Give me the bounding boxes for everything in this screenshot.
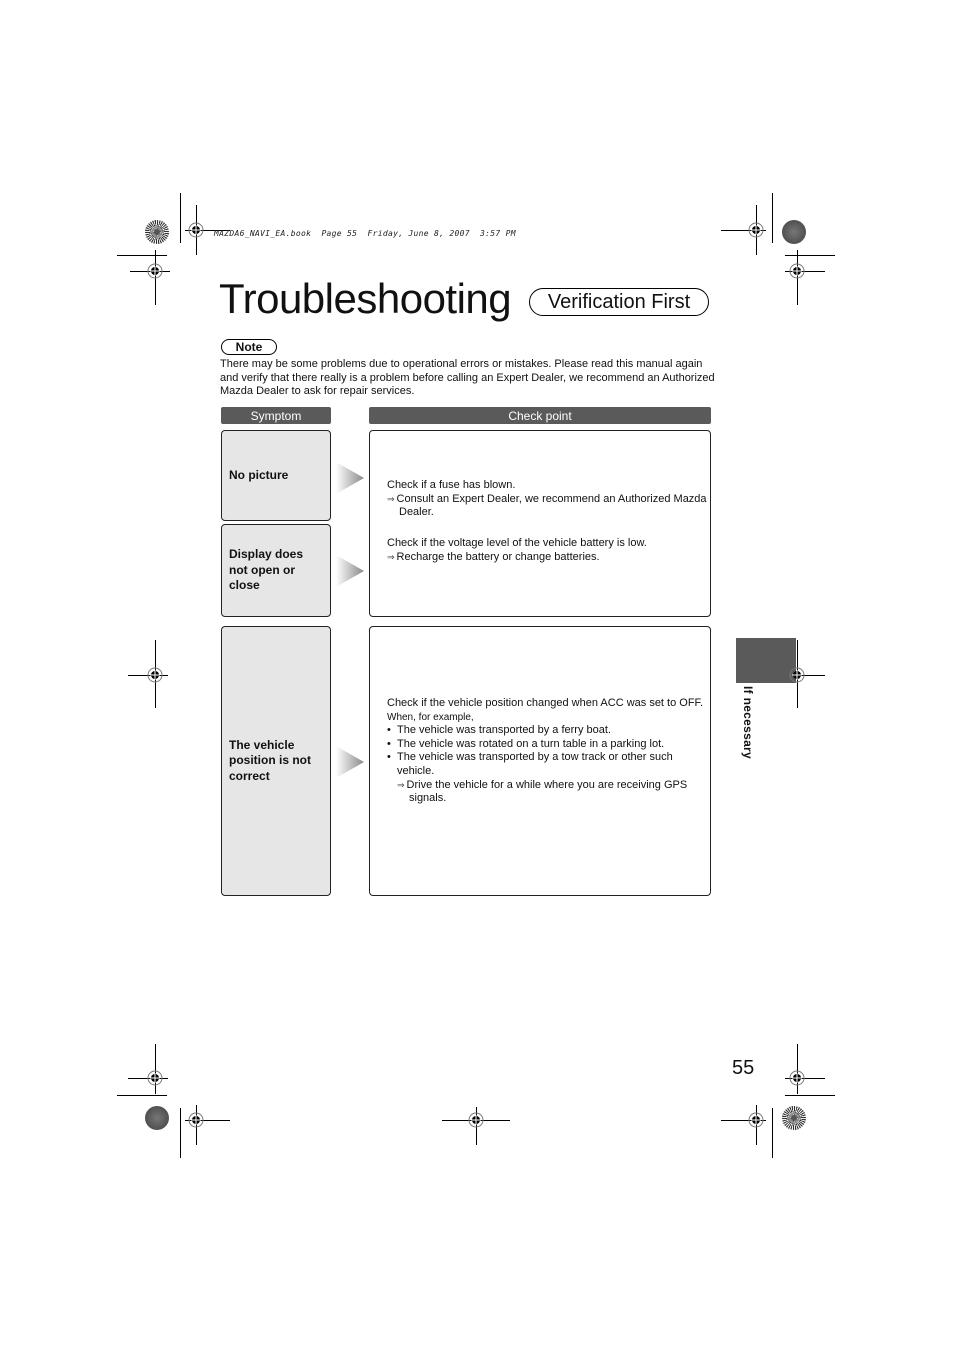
trim-line	[772, 193, 773, 243]
registration-mark-icon	[789, 667, 805, 683]
action-arrow-icon: ⇒	[387, 493, 395, 504]
trim-line	[180, 193, 181, 243]
action-arrow-icon: ⇒	[387, 551, 395, 562]
example-bullet: • The vehicle was transported by a tow t…	[387, 751, 673, 777]
symptom-text: The vehicle position is not correct	[229, 737, 311, 783]
symptom-cell: Display does not open or close	[221, 524, 331, 617]
registration-mark-icon	[748, 1112, 764, 1128]
action-arrow-icon: ⇒	[397, 779, 405, 790]
registration-mark-icon	[147, 667, 163, 683]
registration-mark-icon	[468, 1112, 484, 1128]
registration-mark-icon	[188, 1112, 204, 1128]
symptom-text: Display does not open or close	[229, 547, 304, 593]
check-item: Check if a fuse has blown. ⇒ Consult an E…	[387, 479, 707, 520]
section-tab-label: If necessary	[741, 686, 755, 759]
note-text: There may be some problems due to operat…	[220, 358, 715, 398]
color-disc-icon	[782, 220, 806, 244]
bullet-icon: •	[387, 737, 391, 750]
symptom-cell: The vehicle position is not correct	[221, 626, 331, 896]
check-point-cell: Check if the vehicle position changed wh…	[369, 626, 711, 896]
print-header: MAZDA6_NAVI_EA.book Page 55 Friday, June…	[214, 229, 516, 238]
symptom-cell: No picture	[221, 430, 331, 521]
symptom-header: Symptom	[221, 407, 331, 424]
check-point-cell: Check if a fuse has blown. ⇒ Consult an E…	[369, 430, 711, 617]
check-text: Check if the vehicle position changed wh…	[387, 697, 704, 709]
check-action: ⇒ Recharge the battery or change batterie…	[387, 550, 600, 563]
color-disc-icon	[782, 1106, 806, 1130]
example-bullet: • The vehicle was transported by a ferry…	[387, 724, 611, 737]
trim-line	[117, 255, 167, 256]
arrow-right-icon	[336, 555, 364, 587]
trim-line	[785, 1095, 835, 1096]
example-bullet: • The vehicle was rotated on a turn tabl…	[387, 737, 665, 750]
bullet-icon: •	[387, 751, 391, 764]
arrow-right-icon	[336, 462, 364, 494]
arrow-right-icon	[336, 746, 364, 778]
registration-mark-icon	[188, 222, 204, 238]
check-item: Check if the voltage level of the vehicl…	[387, 537, 707, 564]
registration-mark-icon	[789, 263, 805, 279]
trim-line	[772, 1108, 773, 1158]
color-disc-icon	[145, 220, 169, 244]
trim-line	[785, 255, 835, 256]
registration-mark-icon	[748, 222, 764, 238]
registration-mark-icon	[147, 263, 163, 279]
page-number: 55	[732, 1057, 755, 1079]
check-action: ⇒ Consult an Expert Dealer, we recommend …	[387, 492, 707, 519]
example-intro: When, for example,	[387, 711, 474, 723]
section-subtitle: Verification First	[529, 288, 709, 316]
check-action: ⇒ Drive the vehicle for a while where you…	[397, 778, 688, 805]
check-text: Check if a fuse has blown.	[387, 479, 516, 491]
bullet-icon: •	[387, 724, 391, 737]
check-text: Check if the voltage level of the vehicl…	[387, 537, 647, 549]
color-disc-icon	[145, 1106, 169, 1130]
note-label: Note	[221, 339, 277, 355]
page-title: Troubleshooting	[219, 275, 512, 322]
check-point-header: Check point	[369, 407, 711, 424]
symptom-text: No picture	[229, 467, 289, 482]
check-item: Check if the vehicle position changed wh…	[387, 697, 705, 806]
registration-mark-icon	[789, 1070, 805, 1086]
registration-mark-icon	[147, 1070, 163, 1086]
trim-line	[117, 1095, 167, 1096]
trim-line	[180, 1108, 181, 1158]
